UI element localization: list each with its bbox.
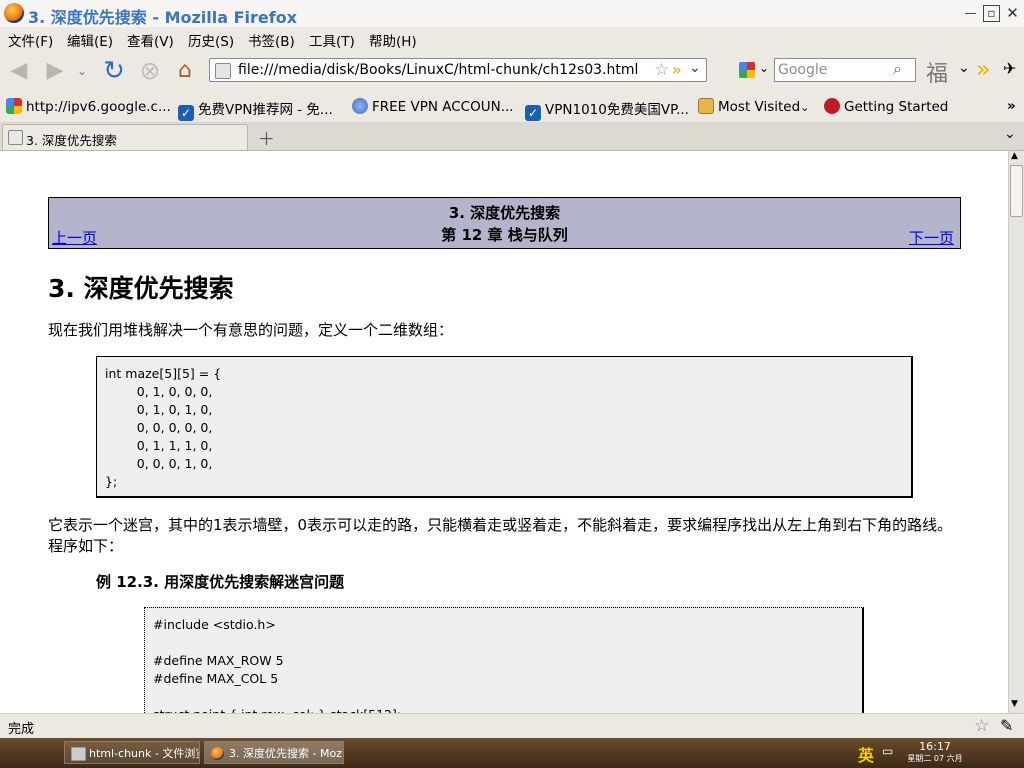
maximize-icon[interactable]: ▫: [983, 5, 1000, 22]
description-paragraph: 它表示一个迷宫，其中的1表示墙壁，0表示可以走的路，只能横着走或竖着走，不能斜着…: [48, 516, 953, 555]
page-heading: 3. 深度优先搜索: [48, 274, 234, 303]
clock[interactable]: 16:17 星期二 07 六月: [900, 740, 970, 766]
overflow-chevron-icon[interactable]: »: [976, 55, 991, 83]
search-placeholder: Google: [778, 62, 828, 78]
getting-started-icon: [824, 98, 840, 114]
stop-icon[interactable]: ⊗: [135, 56, 165, 86]
bookmarks-overflow-icon[interactable]: »: [1007, 98, 1016, 114]
page-identity-icon[interactable]: [215, 63, 231, 79]
maze-code: int maze[5][5] = { 0, 1, 0, 0, 0, 0, 1, …: [105, 366, 222, 489]
addon-fu-icon[interactable]: 福: [926, 56, 948, 88]
bookmark-label: 免费VPN推荐网 - 免...: [198, 102, 333, 118]
home-icon[interactable]: ⌂: [170, 56, 200, 86]
vertical-scrollbar[interactable]: ▲ ▼: [1008, 151, 1024, 713]
bookmark-label: VPN1010免费美国VP...: [545, 102, 689, 118]
bookmark-item[interactable]: http://ipv6.google.c...: [6, 98, 171, 115]
minimize-icon[interactable]: —: [962, 5, 979, 22]
reload-icon[interactable]: ↻: [99, 56, 129, 86]
prev-page-link[interactable]: 上一页: [52, 227, 97, 248]
nav-section-title: 3. 深度优先搜索: [448, 204, 561, 222]
bookmark-label: FREE VPN ACCOUN...: [372, 99, 514, 115]
forward-arrow-icon[interactable]: ▶: [40, 56, 70, 86]
star-icon[interactable]: ☆: [654, 60, 669, 80]
next-page-link[interactable]: 下一页: [909, 227, 954, 248]
menu-bar: 文件(F) 编辑(E) 查看(V) 历史(S) 书签(B) 工具(T) 帮助(H…: [0, 27, 1024, 50]
intro-paragraph: 现在我们用堆栈解决一个有意思的问题，定义一个二维数组：: [48, 321, 454, 339]
search-icon[interactable]: ⌕: [893, 59, 902, 79]
system-taskbar: html-chunk - 文件浏览器 3. 深度优先搜索 - Mozil... …: [0, 738, 1024, 768]
checkbox-icon: ✓: [178, 105, 194, 121]
menu-tools[interactable]: 工具(T): [309, 30, 355, 50]
example-code-block: #include <stdio.h> #define MAX_ROW 5 #de…: [144, 607, 864, 713]
bookmark-label: Most Visited: [718, 99, 801, 115]
status-text: 完成: [8, 722, 35, 737]
menu-file[interactable]: 文件(F): [8, 30, 53, 50]
window-title: 3. 深度优先搜索 - Mozilla Firefox: [28, 8, 298, 27]
firefox-logo-icon: [4, 3, 24, 23]
menu-help[interactable]: 帮助(H): [369, 30, 417, 50]
clock-time: 16:17: [919, 740, 951, 753]
scroll-down-icon[interactable]: ▼: [1011, 699, 1018, 709]
menu-bird-icon[interactable]: ✈: [1003, 59, 1016, 78]
window-list-icon[interactable]: ▭: [882, 744, 893, 758]
chevron-down-icon: ⌄: [800, 101, 810, 114]
url-text[interactable]: file:///media/disk/Books/LinuxC/html-chu…: [238, 62, 638, 78]
search-engine-selector[interactable]: ⌄: [734, 58, 774, 82]
window-title-bar: 3. 深度优先搜索 - Mozilla Firefox — ▫ ✕: [0, 0, 1024, 28]
google-icon: [6, 98, 22, 114]
page-icon: [8, 130, 23, 145]
menu-bookmarks[interactable]: 书签(B): [248, 30, 295, 50]
close-icon[interactable]: ✕: [1004, 5, 1021, 22]
bookmark-item[interactable]: ✓ 免费VPN推荐网 - 免...: [178, 98, 333, 121]
bookmark-label: http://ipv6.google.c...: [26, 99, 171, 115]
back-arrow-icon[interactable]: ◀: [4, 56, 34, 86]
firefox-icon: [211, 747, 224, 760]
bookmarks-toolbar: http://ipv6.google.c... ✓ 免费VPN推荐网 - 免...…: [0, 94, 1024, 121]
addon-status-icon[interactable]: ✎: [1000, 716, 1013, 735]
scrollbar-thumb[interactable]: [1010, 165, 1023, 217]
tab-active[interactable]: 3. 深度优先搜索: [2, 124, 248, 150]
task-file-browser[interactable]: html-chunk - 文件浏览器: [64, 741, 200, 764]
task-firefox[interactable]: 3. 深度优先搜索 - Mozil...: [204, 741, 344, 764]
bookmark-folder-most-visited[interactable]: Most Visited⌄: [698, 98, 809, 115]
tab-label: 3. 深度优先搜索: [26, 133, 117, 148]
globe-icon: [352, 98, 368, 114]
bookmark-item[interactable]: FREE VPN ACCOUN...: [352, 98, 514, 115]
feed-arrow-icon[interactable]: »: [672, 60, 682, 79]
file-browser-icon: [71, 747, 86, 761]
bookmark-item[interactable]: ✓ VPN1010免费美国VP...: [525, 98, 689, 121]
history-dropdown-icon[interactable]: ⌄: [72, 56, 92, 86]
page-content[interactable]: 3. 深度优先搜索 第 12 章 栈与队列 上一页 下一页 3. 深度优先搜索 …: [0, 151, 1008, 713]
task-label: html-chunk - 文件浏览器: [89, 747, 199, 760]
url-bar[interactable]: file:///media/disk/Books/LinuxC/html-chu…: [209, 58, 707, 82]
menu-view[interactable]: 查看(V): [127, 30, 174, 50]
nav-chapter-title: 第 12 章 栈与队列: [441, 226, 568, 244]
tab-list-chevron-icon[interactable]: ⌄: [1004, 126, 1016, 142]
folder-icon: [698, 98, 714, 114]
search-input[interactable]: Google ⌕: [774, 58, 916, 82]
example-code: #include <stdio.h> #define MAX_ROW 5 #de…: [153, 617, 401, 713]
scroll-up-icon[interactable]: ▲: [1011, 151, 1018, 161]
menu-history[interactable]: 历史(S): [188, 30, 234, 50]
example-title: 例 12.3. 用深度优先搜索解迷宫问题: [96, 573, 345, 591]
bookmark-item[interactable]: Getting Started: [824, 98, 948, 115]
maze-code-block: int maze[5][5] = { 0, 1, 0, 0, 0, 0, 1, …: [96, 356, 913, 498]
menu-edit[interactable]: 编辑(E): [67, 30, 113, 50]
clock-date: 星期二 07 六月: [907, 754, 963, 763]
tab-bar: 3. 深度优先搜索 ＋ ⌄: [0, 122, 1024, 151]
chapter-nav-header: 3. 深度优先搜索 第 12 章 栈与队列 上一页 下一页: [48, 197, 961, 249]
chevron-down-icon: ⌄: [759, 61, 770, 75]
task-label: 3. 深度优先搜索 - Mozil...: [229, 747, 344, 760]
new-tab-icon[interactable]: ＋: [258, 125, 275, 150]
ime-indicator[interactable]: 英: [858, 742, 874, 766]
url-dropdown-icon[interactable]: ⌄: [689, 60, 701, 76]
star-status-icon[interactable]: ☆: [974, 716, 989, 736]
bookmark-label: Getting Started: [844, 99, 949, 115]
status-bar: 完成 ☆ ✎: [0, 713, 1024, 739]
addon-dropdown-icon[interactable]: ⌄: [958, 60, 970, 76]
checkbox-icon: ✓: [525, 105, 541, 121]
google-icon: [739, 62, 755, 78]
